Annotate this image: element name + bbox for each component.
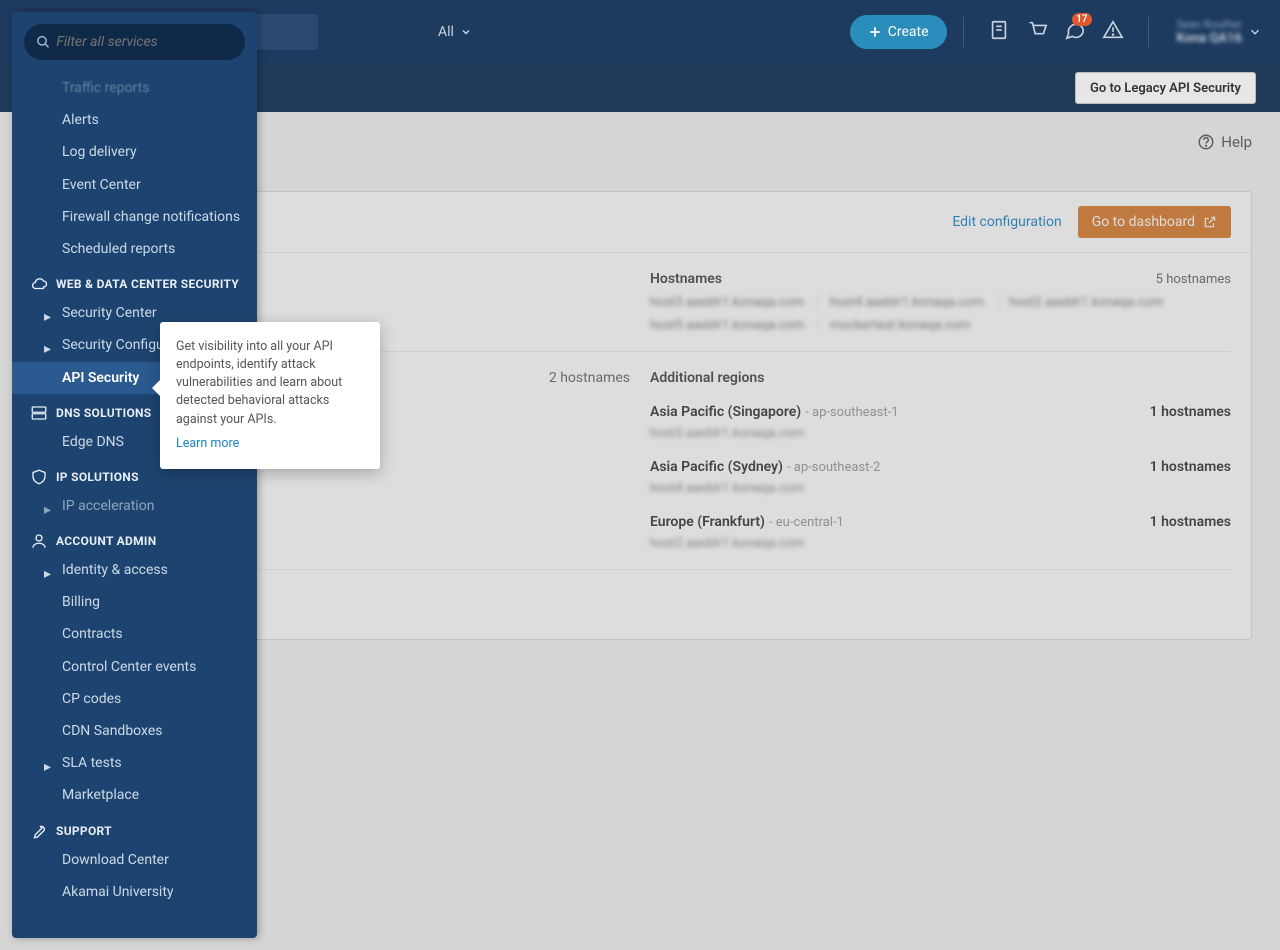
chevron-down-icon [460, 26, 472, 38]
notification-badge: 17 [1072, 13, 1091, 26]
cart-icon[interactable] [1026, 19, 1048, 45]
sidebar-item-alerts[interactable]: Alerts [12, 104, 257, 136]
caret-right-icon: ▸ [44, 565, 51, 583]
tooltip-body: Get visibility into all your API endpoin… [176, 339, 342, 427]
sidebar-item[interactable]: Traffic reports [12, 72, 257, 104]
wrench-icon [30, 822, 48, 843]
sidebar: Traffic reports Alerts Log delivery Even… [12, 12, 257, 938]
sidebar-item-marketplace[interactable]: Marketplace [12, 779, 257, 811]
account-name: Sean Routher [1177, 18, 1242, 31]
chevron-down-icon [1248, 25, 1262, 39]
sidebar-item-download-center[interactable]: Download Center [12, 844, 257, 876]
tooltip-learn-more-link[interactable]: Learn more [176, 435, 364, 453]
sidebar-item-scheduled-reports[interactable]: Scheduled reports [12, 233, 257, 265]
user-icon [30, 532, 48, 553]
server-icon [30, 404, 48, 425]
filter-services[interactable] [24, 24, 245, 60]
divider [963, 17, 964, 47]
create-button[interactable]: Create [850, 15, 947, 49]
section-web-security: WEB & DATA CENTER SECURITY [12, 265, 257, 297]
divider [1148, 17, 1149, 47]
filter-services-input[interactable] [56, 34, 233, 50]
sidebar-item-ip-acceleration[interactable]: ▸IP acceleration [12, 490, 257, 522]
caret-right-icon: ▸ [44, 501, 51, 519]
chat-icon[interactable]: 17 [1064, 19, 1086, 45]
plus-icon [868, 25, 882, 39]
sidebar-item-billing[interactable]: Billing [12, 586, 257, 618]
sidebar-item-sla-tests[interactable]: ▸SLA tests [12, 747, 257, 779]
api-security-tooltip: Get visibility into all your API endpoin… [160, 322, 380, 469]
search-icon [36, 34, 50, 50]
scope-selector[interactable]: All [438, 24, 472, 40]
sidebar-item-akamai-university[interactable]: Akamai University [12, 876, 257, 908]
caret-right-icon: ▸ [44, 340, 51, 358]
sidebar-item-identity-access[interactable]: ▸Identity & access [12, 554, 257, 586]
sidebar-item-cp-codes[interactable]: CP codes [12, 683, 257, 715]
caret-right-icon: ▸ [44, 758, 51, 776]
sidebar-item-cdn-sandboxes[interactable]: CDN Sandboxes [12, 715, 257, 747]
create-label: Create [888, 24, 929, 40]
sidebar-item-firewall-change[interactable]: Firewall change notifications [12, 201, 257, 233]
alert-icon[interactable] [1102, 19, 1124, 45]
sidebar-item-event-center[interactable]: Event Center [12, 169, 257, 201]
clipboard-icon[interactable] [988, 19, 1010, 45]
sidebar-item-control-center-events[interactable]: Control Center events [12, 651, 257, 683]
sidebar-item-contracts[interactable]: Contracts [12, 618, 257, 650]
account-menu[interactable]: Sean Routher Kona QA16 [1177, 18, 1262, 46]
sidebar-item-log-delivery[interactable]: Log delivery [12, 136, 257, 168]
account-org: Kona QA16 [1177, 31, 1242, 46]
section-support: SUPPORT [12, 812, 257, 844]
scope-label: All [438, 24, 454, 40]
legacy-api-security-button[interactable]: Go to Legacy API Security [1075, 72, 1256, 104]
caret-right-icon: ▸ [44, 308, 51, 326]
section-account: ACCOUNT ADMIN [12, 522, 257, 554]
shield-icon [30, 468, 48, 489]
cloud-icon [30, 275, 48, 296]
